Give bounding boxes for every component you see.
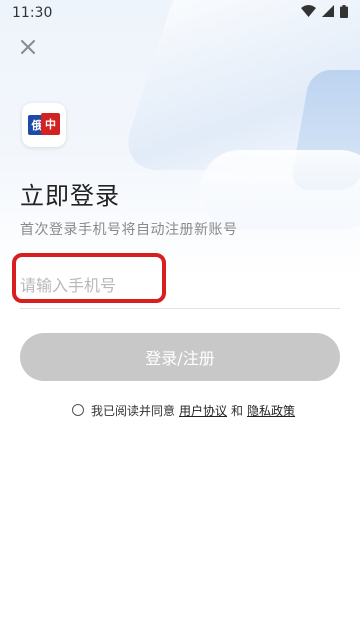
status-icons [301, 4, 348, 22]
wifi-icon [301, 5, 316, 21]
phone-field [20, 262, 340, 309]
agreement-and: 和 [231, 403, 244, 418]
page-title: 立即登录 [20, 182, 120, 210]
close-button[interactable] [16, 37, 40, 61]
app-logo: 俄 中 [22, 103, 66, 147]
logo-right-badge: 中 [41, 113, 60, 135]
privacy-policy-link[interactable]: 隐私政策 [247, 402, 295, 419]
phone-input[interactable] [20, 262, 340, 308]
agreement-row: 我已阅读并同意 用户协议 和 隐私政策 [72, 401, 295, 419]
decorative-ribbon [200, 150, 360, 230]
page-subtitle: 首次登录手机号将自动注册新账号 [20, 222, 238, 238]
user-agreement-link[interactable]: 用户协议 [179, 402, 227, 419]
agreement-checkbox[interactable] [72, 404, 84, 416]
logo-mark: 俄 中 [28, 111, 60, 139]
signal-icon [322, 5, 334, 21]
login-register-button[interactable]: 登录/注册 [20, 333, 340, 381]
status-bar: 11:30 [0, 0, 360, 26]
battery-icon [340, 4, 348, 22]
status-time: 11:30 [12, 5, 53, 21]
agreement-prefix: 我已阅读并同意 [91, 403, 176, 418]
close-icon [20, 39, 36, 59]
